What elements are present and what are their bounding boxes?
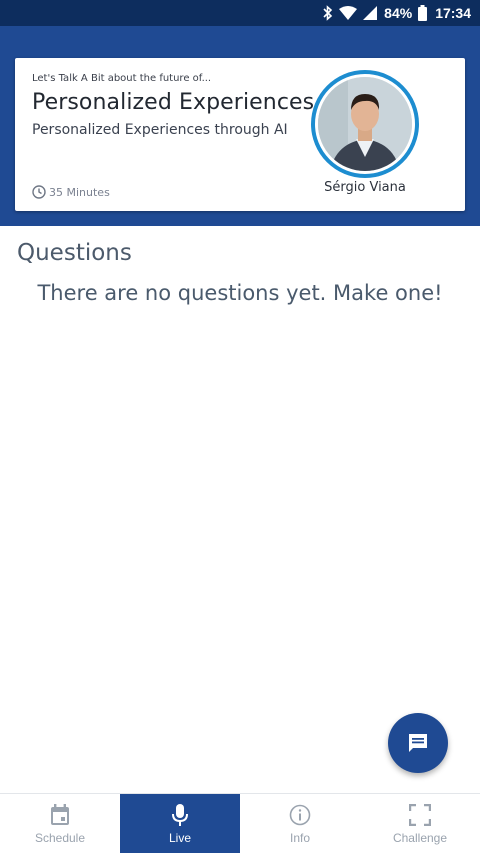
- calendar-icon: [50, 803, 70, 827]
- microphone-icon: [171, 803, 189, 827]
- talk-card[interactable]: Let's Talk A Bit about the future of... …: [15, 58, 465, 211]
- cell-signal-icon: [363, 6, 378, 20]
- wifi-icon: [339, 6, 358, 20]
- nav-label-info: Info: [289, 831, 310, 845]
- nav-label-live: Live: [168, 831, 191, 845]
- speaker-avatar-ring[interactable]: [311, 70, 419, 178]
- bottom-navigation: Schedule Live Info Challenge: [0, 793, 480, 853]
- nav-tab-info[interactable]: Info: [240, 794, 360, 853]
- nav-label-schedule: Schedule: [34, 831, 86, 845]
- empty-questions-message: There are no questions yet. Make one!: [37, 281, 443, 305]
- duration-text: 35 Minutes: [49, 185, 110, 199]
- bluetooth-icon: [323, 5, 333, 21]
- talk-kicker: Let's Talk A Bit about the future of...: [32, 73, 212, 84]
- questions-heading: Questions: [17, 240, 132, 266]
- nav-tab-challenge[interactable]: Challenge: [360, 794, 480, 853]
- battery-icon: [418, 5, 428, 21]
- battery-percent: 84%: [384, 5, 413, 21]
- info-icon: [289, 803, 311, 827]
- nav-tab-live[interactable]: Live: [120, 794, 240, 853]
- clock-icon: [32, 185, 46, 199]
- nav-tab-schedule[interactable]: Schedule: [0, 794, 120, 853]
- speaker-name[interactable]: Sérgio Viana: [315, 180, 415, 195]
- scan-frame-icon: [409, 803, 431, 827]
- chat-bubble-icon: [409, 734, 427, 752]
- status-bar: 84% 17:34: [0, 0, 480, 26]
- ask-question-button[interactable]: [388, 713, 448, 773]
- talk-duration: 35 Minutes: [32, 185, 110, 199]
- clock-time: 17:34: [435, 5, 471, 21]
- nav-label-challenge: Challenge: [392, 831, 448, 845]
- talk-subtitle: Personalized Experiences through AI: [32, 122, 288, 138]
- speaker-avatar: [315, 74, 415, 174]
- talk-title: Personalized Experiences: [32, 90, 315, 115]
